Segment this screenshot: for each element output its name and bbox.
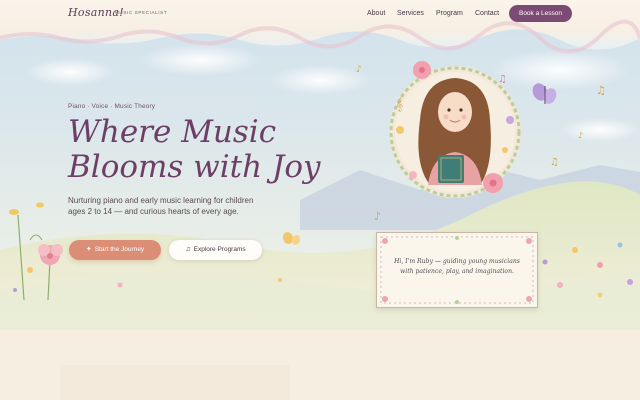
- brand-tagline: MUSIC SPECIALIST: [115, 10, 168, 15]
- page: ♪ ♫ ♫ ♪ ♫ ♪ 𝄞 Hosanna! MUSIC SPECIALIST …: [0, 0, 640, 400]
- svg-text:𝄞: 𝄞: [396, 97, 403, 111]
- music-note-icon: ♫: [185, 246, 191, 253]
- nav-link-about[interactable]: About: [367, 10, 385, 17]
- intro-card: Hi, I'm Ruby — guiding young musicians w…: [376, 232, 538, 308]
- top-navigation: Hosanna! MUSIC SPECIALIST About Services…: [0, 0, 640, 28]
- svg-text:♪: ♪: [374, 210, 381, 223]
- book-lesson-button[interactable]: Book a Lesson: [509, 5, 572, 22]
- hero-eyebrow: Piano · Voice · Music Theory: [68, 103, 156, 110]
- svg-text:♫: ♫: [550, 157, 559, 168]
- hero-title: Where Music Blooms with Joy: [68, 115, 368, 185]
- start-journey-button[interactable]: ✦ Start the Journey: [69, 240, 161, 260]
- explore-programs-button[interactable]: ♫ Explore Programs: [169, 240, 262, 260]
- sparkle-icon: ✦: [85, 246, 92, 253]
- hero-description: Nurturing piano and early music learning…: [68, 196, 254, 216]
- nav-link-services[interactable]: Services: [397, 10, 424, 17]
- start-journey-label: Start the Journey: [94, 246, 145, 253]
- svg-text:♫: ♫: [596, 84, 606, 97]
- explore-programs-label: Explore Programs: [193, 246, 246, 253]
- hero-title-line-1: Where Music: [68, 114, 277, 150]
- nav-link-program[interactable]: Program: [436, 10, 463, 17]
- nav-link-contact[interactable]: Contact: [475, 10, 499, 17]
- svg-text:♪: ♪: [356, 65, 362, 75]
- svg-text:♪: ♪: [578, 131, 583, 140]
- hero-title-line-2: Blooms with Joy: [68, 149, 321, 185]
- intro-card-text: Hi, I'm Ruby — guiding young musicians w…: [394, 258, 520, 275]
